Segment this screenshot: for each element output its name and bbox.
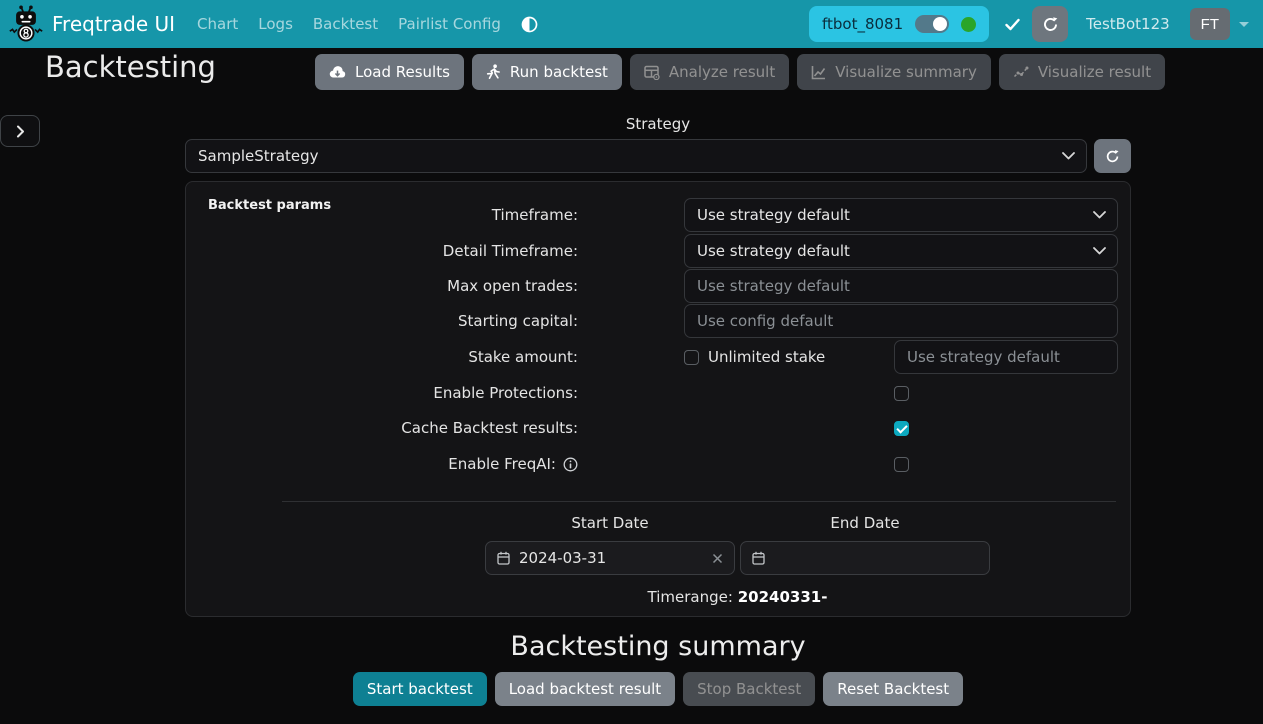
strategy-selected-value: SampleStrategy <box>198 147 319 165</box>
cache-backtest-results-checkbox[interactable] <box>894 421 909 436</box>
date-range-section: Start Date End Date 2024-03-31 Timer <box>485 514 990 606</box>
stop-backtest-button[interactable]: Stop Backtest <box>683 672 815 706</box>
backtesting-summary-title: Backtesting summary <box>185 631 1131 662</box>
reset-backtest-button[interactable]: Reset Backtest <box>823 672 963 706</box>
bot-selector[interactable]: ftbot_8081 <box>809 6 989 42</box>
starting-capital-input[interactable] <box>684 304 1118 338</box>
strategy-select[interactable]: SampleStrategy <box>185 139 1087 173</box>
max-open-trades-label: Max open trades: <box>186 277 578 295</box>
chevron-down-icon <box>1062 152 1075 160</box>
calendar-icon <box>752 551 765 565</box>
detail-timeframe-label: Detail Timeframe: <box>186 242 578 260</box>
enable-freqai-label: Enable FreqAI: <box>186 455 578 473</box>
user-menu-button[interactable]: FT <box>1190 8 1230 40</box>
table-gear-icon <box>644 65 660 80</box>
chevron-down-icon <box>1093 211 1106 219</box>
info-icon[interactable] <box>563 457 578 472</box>
refresh-icon <box>1105 149 1120 164</box>
enable-protections-checkbox[interactable] <box>894 386 909 401</box>
chevron-down-icon[interactable] <box>1239 22 1249 27</box>
calendar-icon <box>497 551 510 565</box>
chart-line-icon <box>811 65 826 80</box>
nav-item-backtest[interactable]: Backtest <box>303 7 388 41</box>
visualize-summary-button[interactable]: Visualize summary <box>797 54 991 90</box>
summary-actions: Start backtest Load backtest result Stop… <box>185 672 1131 706</box>
nav-item-chart[interactable]: Chart <box>187 7 248 41</box>
person-running-icon <box>486 64 501 80</box>
cache-backtest-results-label: Cache Backtest results: <box>186 419 578 437</box>
check-icon <box>1005 18 1020 31</box>
timeframe-select[interactable]: Use strategy default <box>684 198 1118 232</box>
strategy-section: Strategy SampleStrategy <box>185 115 1131 173</box>
analyze-result-button[interactable]: Analyze result <box>630 54 789 90</box>
timerange-text: Timerange: 20240331- <box>485 588 990 606</box>
start-backtest-button[interactable]: Start backtest <box>353 672 487 706</box>
bot-online-status-dot <box>961 17 976 32</box>
logged-in-username: TestBot123 <box>1086 15 1170 33</box>
unlimited-stake-label: Unlimited stake <box>708 348 825 366</box>
chevron-down-icon <box>1093 247 1106 255</box>
load-backtest-result-button[interactable]: Load backtest result <box>495 672 675 706</box>
enable-protections-label: Enable Protections: <box>186 384 578 402</box>
nav-links: Chart Logs Backtest Pairlist Config <box>187 7 548 41</box>
max-open-trades-input[interactable] <box>684 269 1118 303</box>
clear-start-date-icon[interactable] <box>712 553 723 564</box>
page-title: Backtesting <box>45 50 216 84</box>
avatar: FT <box>1201 16 1219 33</box>
navbar: Freqtrade UI Chart Logs Backtest Pairlis… <box>0 0 1263 48</box>
visualize-result-button[interactable]: Visualize result <box>999 54 1165 90</box>
chevron-right-icon <box>16 125 25 138</box>
load-results-button[interactable]: Load Results <box>315 54 464 90</box>
sidebar-expand-button[interactable] <box>0 115 40 147</box>
stake-amount-label: Stake amount: <box>186 348 578 366</box>
timeframe-label: Timeframe: <box>186 206 578 224</box>
start-date-label: Start Date <box>485 514 735 532</box>
strategy-label: Strategy <box>185 115 1131 133</box>
reload-bot-button[interactable] <box>1032 6 1068 42</box>
end-date-label: End Date <box>740 514 990 532</box>
theme-half-circle-icon <box>521 16 538 33</box>
detail-timeframe-select[interactable]: Use strategy default <box>684 234 1118 268</box>
backtest-params-panel: Backtest params Timeframe: Use strategy … <box>185 181 1131 617</box>
nav-item-logs[interactable]: Logs <box>248 7 303 41</box>
chart-scatter-icon <box>1013 65 1029 79</box>
unlimited-stake-checkbox[interactable] <box>684 350 699 365</box>
nav-item-pairlist-config[interactable]: Pairlist Config <box>388 7 511 41</box>
bot-name: ftbot_8081 <box>822 15 903 33</box>
theme-toggle-button[interactable] <box>511 8 548 41</box>
refresh-icon <box>1042 16 1059 33</box>
brand[interactable]: Freqtrade UI <box>8 4 175 44</box>
bot-toggle[interactable] <box>915 15 949 33</box>
start-date-input[interactable]: 2024-03-31 <box>485 541 735 575</box>
start-date-value: 2024-03-31 <box>519 549 606 567</box>
starting-capital-label: Starting capital: <box>186 312 578 330</box>
brand-title: Freqtrade UI <box>52 12 175 36</box>
navbar-right: ftbot_8081 TestBot123 FT <box>809 6 1249 42</box>
header-actions: Load Results Run backtest Analyze result <box>315 54 1165 90</box>
divider <box>282 501 1116 502</box>
stake-amount-input[interactable] <box>894 340 1118 374</box>
run-backtest-button[interactable]: Run backtest <box>472 54 622 90</box>
freqtrade-robot-logo-icon <box>8 4 44 44</box>
end-date-input[interactable] <box>740 541 990 575</box>
refresh-strategy-list-button[interactable] <box>1094 139 1131 173</box>
enable-freqai-checkbox[interactable] <box>894 457 909 472</box>
cloud-download-icon <box>329 65 346 79</box>
timerange-value: 20240331- <box>738 588 828 606</box>
